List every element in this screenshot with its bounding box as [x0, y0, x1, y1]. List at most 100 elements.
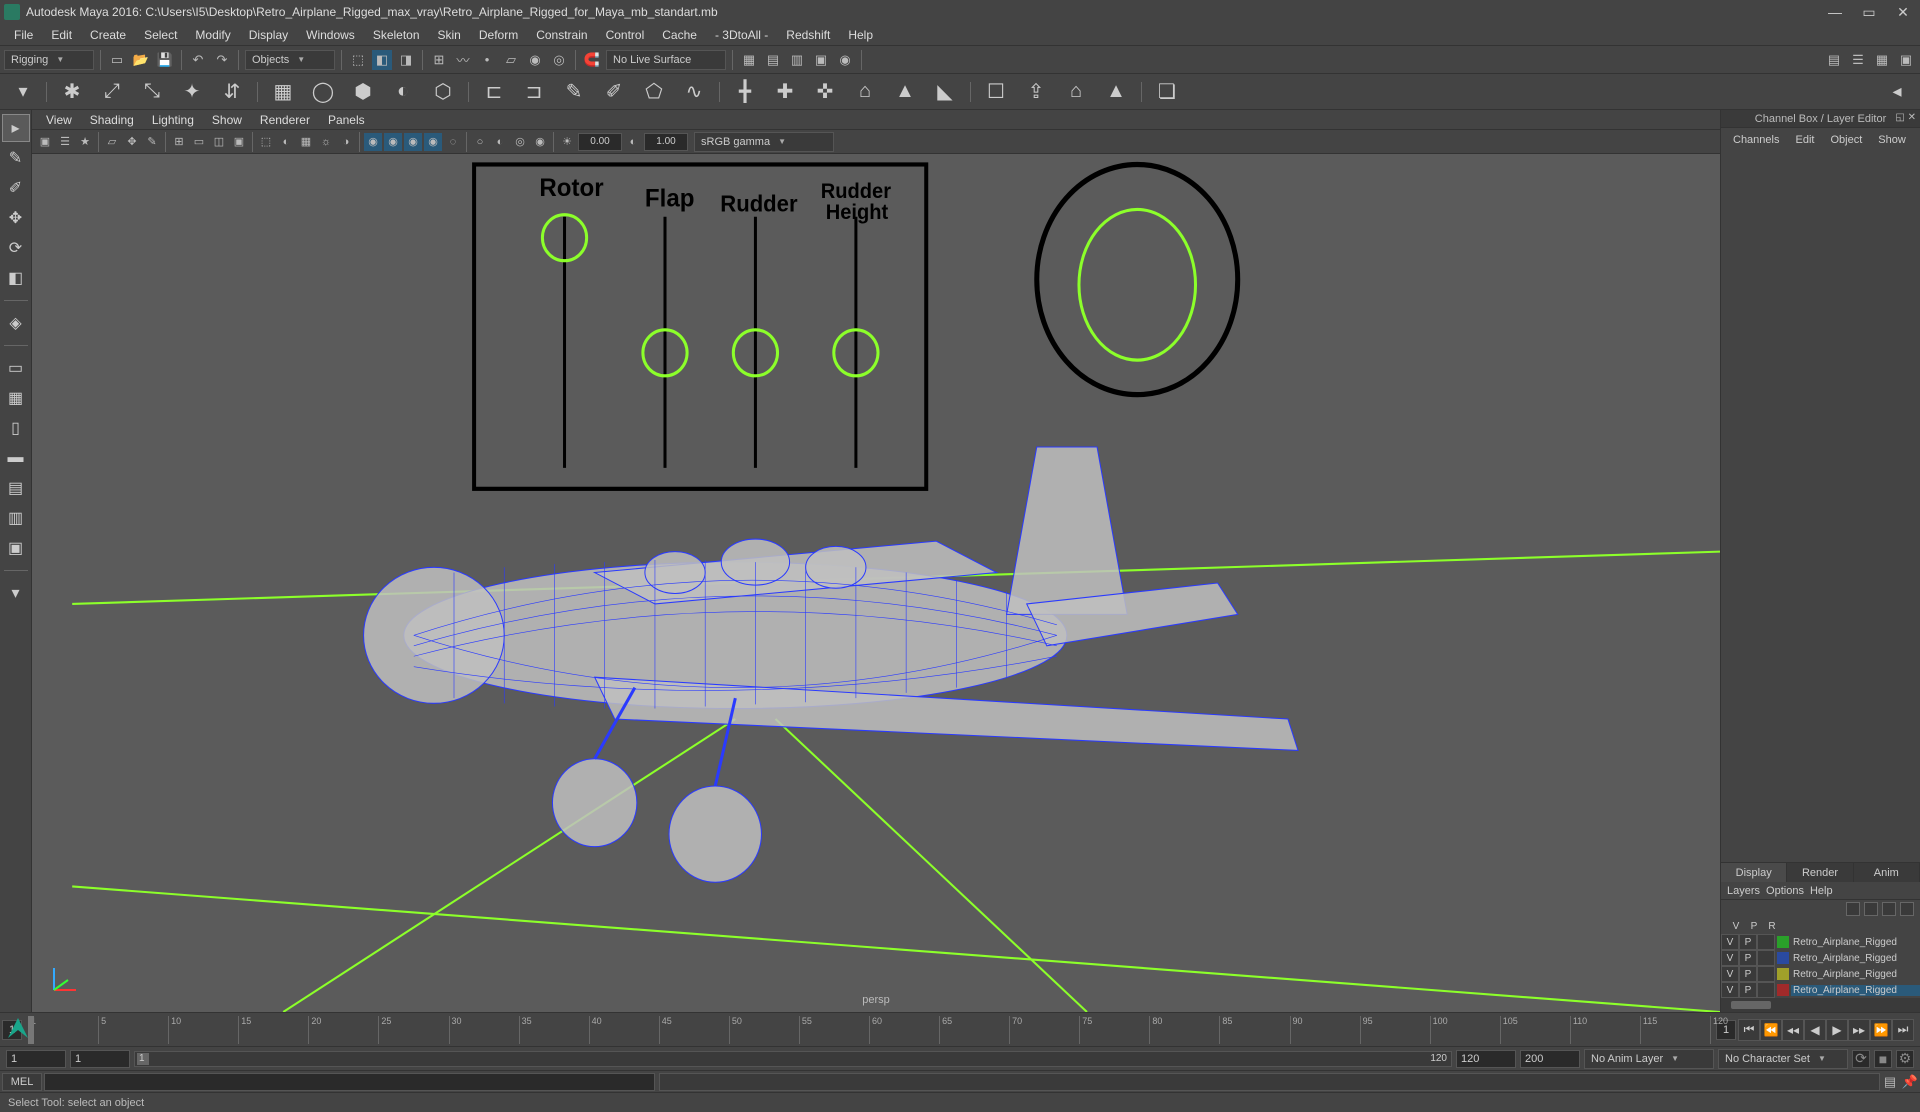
new-scene-icon[interactable]: ▭: [107, 50, 127, 70]
cb-tab-channels[interactable]: Channels: [1727, 132, 1785, 148]
image-plane-icon[interactable]: ▱: [103, 133, 121, 151]
motion-blur-icon[interactable]: ◐: [491, 133, 509, 151]
construction-history-icon[interactable]: ▦: [739, 50, 759, 70]
maximize-button[interactable]: ▭: [1852, 0, 1886, 24]
smooth-weights-icon[interactable]: ∿: [677, 75, 711, 109]
exposure-field[interactable]: 0.00: [578, 133, 622, 151]
selection-mode-dropdown[interactable]: Objects▼: [245, 50, 335, 70]
menu-constrain[interactable]: Constrain: [528, 26, 595, 44]
panel-menu-panels[interactable]: Panels: [320, 111, 373, 129]
layer-vis-toggle[interactable]: V: [1721, 934, 1739, 950]
cb-tab-object[interactable]: Object: [1824, 132, 1868, 148]
layer-ref-toggle[interactable]: [1757, 934, 1775, 950]
layout-three-top-icon[interactable]: ▤: [2, 474, 30, 502]
layout-single-icon[interactable]: ▭: [2, 354, 30, 382]
isolate-2-icon[interactable]: ◉: [384, 133, 402, 151]
orient-joint-icon[interactable]: ✦: [175, 75, 209, 109]
panel-popout-icon[interactable]: ◱ ✕: [1895, 112, 1916, 123]
layout-two-side-icon[interactable]: ▯: [2, 414, 30, 442]
detach-skin-icon[interactable]: ⊐: [517, 75, 551, 109]
lights-icon[interactable]: ☼: [317, 133, 335, 151]
menuset-selector[interactable]: Rigging▼: [4, 50, 94, 70]
layer-new-selected-icon[interactable]: [1900, 902, 1914, 916]
layer-color-swatch[interactable]: [1777, 984, 1789, 996]
menu-skin[interactable]: Skin: [430, 26, 469, 44]
sel-object-icon[interactable]: ◧: [372, 50, 392, 70]
snap-point-icon[interactable]: •: [477, 50, 497, 70]
snap-grid-icon[interactable]: ⊞: [429, 50, 449, 70]
menu-cache[interactable]: Cache: [654, 26, 705, 44]
goto-start-icon[interactable]: ⏮: [1738, 1019, 1760, 1041]
close-button[interactable]: ✕: [1886, 0, 1920, 24]
help-line-pin-icon[interactable]: 📌: [1900, 1072, 1920, 1092]
play-fwd-icon[interactable]: ▶: [1826, 1019, 1848, 1041]
paint-weights-icon[interactable]: ✎: [557, 75, 591, 109]
layout-custom-icon[interactable]: ▾: [2, 579, 30, 607]
prefs-icon[interactable]: ⚙: [1896, 1050, 1914, 1068]
panel-menu-view[interactable]: View: [38, 111, 80, 129]
snap-plane-icon[interactable]: ▱: [501, 50, 521, 70]
menu-file[interactable]: File: [6, 26, 41, 44]
range-playstart-field[interactable]: 1: [70, 1050, 130, 1068]
copy-weights-icon[interactable]: ⬠: [637, 75, 671, 109]
insert-joint-icon[interactable]: ⤢: [95, 75, 129, 109]
layertab-anim[interactable]: Anim: [1854, 863, 1920, 882]
layer-row[interactable]: VPRetro_Airplane_Rigged: [1721, 982, 1920, 998]
aim-constraint-icon[interactable]: ⌂: [848, 75, 882, 109]
connection-editor-icon[interactable]: ▲: [1099, 75, 1133, 109]
point-constraint-icon[interactable]: ✚: [768, 75, 802, 109]
last-tool-icon[interactable]: ◈: [2, 309, 30, 337]
layer-scrollbar[interactable]: [1721, 998, 1920, 1012]
layout-outliner-icon[interactable]: ▣: [2, 534, 30, 562]
shaded-icon[interactable]: ◐: [277, 133, 295, 151]
camera-select-icon[interactable]: ▣: [36, 133, 54, 151]
persp-viewport[interactable]: Rotor Flap Rudder Rudder Height: [32, 154, 1720, 1012]
step-back-icon[interactable]: ◂◂: [1782, 1019, 1804, 1041]
menu-deform[interactable]: Deform: [471, 26, 526, 44]
hypershade-icon[interactable]: ◉: [835, 50, 855, 70]
xray-icon[interactable]: ◌: [444, 133, 462, 151]
color-space-dropdown[interactable]: sRGB gamma▼: [694, 132, 834, 152]
isolate-4-icon[interactable]: ◉: [424, 133, 442, 151]
no-live-surface[interactable]: No Live Surface: [606, 50, 726, 70]
panel-menu-show[interactable]: Show: [204, 111, 250, 129]
shelf-scroll-icon[interactable]: ◂: [1882, 77, 1912, 107]
2d-pan-icon[interactable]: ✥: [123, 133, 141, 151]
panel-menu-renderer[interactable]: Renderer: [252, 111, 318, 129]
layer-ref-toggle[interactable]: [1757, 966, 1775, 982]
camera-attr-icon[interactable]: ☰: [56, 133, 74, 151]
layer-playback-toggle[interactable]: P: [1739, 950, 1757, 966]
menu-skeleton[interactable]: Skeleton: [365, 26, 428, 44]
bind-skin-icon[interactable]: ⊏: [477, 75, 511, 109]
layer-playback-toggle[interactable]: P: [1739, 966, 1757, 982]
autokey-toggle[interactable]: ⟳: [1852, 1050, 1870, 1068]
move-tool-icon[interactable]: ✥: [2, 204, 30, 232]
bookmark-icon[interactable]: ★: [76, 133, 94, 151]
range-start-field[interactable]: 1: [6, 1050, 66, 1068]
timeline-track[interactable]: 1510152025303540455055606570758085909510…: [28, 1016, 1710, 1044]
menu-control[interactable]: Control: [598, 26, 653, 44]
step-fwd-key-icon[interactable]: ⏩: [1870, 1019, 1892, 1041]
script-lang-toggle[interactable]: MEL: [2, 1073, 42, 1091]
layermenu-layers[interactable]: Layers: [1727, 885, 1760, 897]
gamma-icon[interactable]: ◐: [624, 133, 642, 151]
humanik-icon[interactable]: ⇪: [1019, 75, 1053, 109]
menu-edit[interactable]: Edit: [43, 26, 80, 44]
set-driven-key-icon[interactable]: ⌂: [1059, 75, 1093, 109]
ao-icon[interactable]: ○: [471, 133, 489, 151]
layer-move-up-icon[interactable]: [1846, 902, 1860, 916]
layer-color-swatch[interactable]: [1777, 968, 1789, 980]
script-editor-icon[interactable]: ▤: [1880, 1072, 1900, 1092]
ik-handle-icon[interactable]: ⇵: [215, 75, 249, 109]
command-input[interactable]: [44, 1073, 655, 1091]
menu-create[interactable]: Create: [82, 26, 134, 44]
layermenu-options[interactable]: Options: [1766, 885, 1804, 897]
paint-select-tool-icon[interactable]: ✐: [2, 174, 30, 202]
menu-display[interactable]: Display: [241, 26, 296, 44]
lasso-tool-icon[interactable]: ✎: [2, 144, 30, 172]
gate-mask-icon[interactable]: ▣: [230, 133, 248, 151]
nonlinear-icon[interactable]: ⬡: [426, 75, 460, 109]
panel-layout-2-icon[interactable]: ☰: [1848, 50, 1868, 70]
exposure-icon[interactable]: ☀: [558, 133, 576, 151]
layer-name[interactable]: Retro_Airplane_Rigged: [1791, 937, 1920, 948]
